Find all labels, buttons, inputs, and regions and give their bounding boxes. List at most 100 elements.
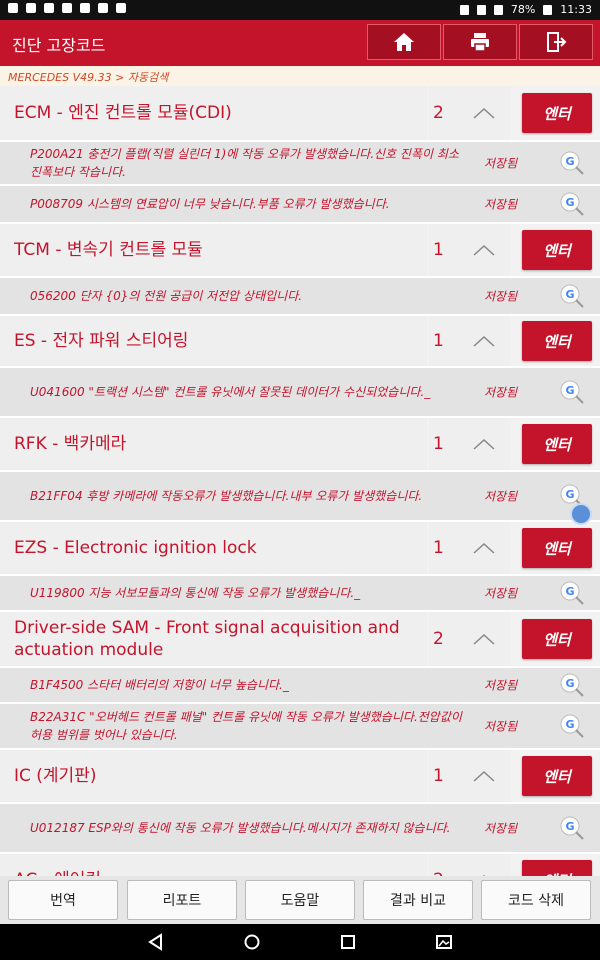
clock: 11:33 [560, 3, 592, 16]
fault-code-list[interactable]: ECM - 엔진 컨트롤 모듈(CDI) 2 엔터 P200A21 충전기 플랩… [0, 86, 600, 876]
module-row: RFK - 백카메라 1 엔터 [0, 418, 600, 470]
collapse-icon[interactable] [472, 106, 496, 120]
cloud-icon [26, 3, 36, 13]
google-search-icon[interactable]: G [558, 378, 586, 406]
svg-text:G: G [565, 155, 574, 168]
module-row: ECM - 엔진 컨트롤 모듈(CDI) 2 엔터 [0, 86, 600, 140]
svg-text:G: G [565, 820, 574, 833]
help-button[interactable]: 도움말 [245, 880, 355, 920]
fault-status: 저장됨 [484, 156, 518, 171]
fault-description: U041600 "트랙션 시스템" 컨트롤 유닛에서 잘못된 데이터가 수신되었… [30, 385, 431, 399]
system-navigation-bar [0, 924, 600, 960]
battery-icon [543, 4, 553, 15]
module-name: AC - 에어컨 [0, 854, 427, 876]
print-button[interactable] [443, 24, 517, 60]
module-name: RFK - 백카메라 [0, 418, 427, 470]
compare-results-button[interactable]: 결과 비교 [363, 880, 473, 920]
print-icon [471, 33, 489, 52]
fault-status: 저장됨 [484, 289, 518, 304]
collapse-icon[interactable] [472, 243, 496, 257]
page-title: 진단 고장코드 [12, 36, 106, 55]
translate-button[interactable]: 번역 [8, 880, 118, 920]
fault-row: U041600 "트랙션 시스템" 컨트롤 유닛에서 잘못된 데이터가 수신되었… [0, 368, 600, 416]
google-search-icon[interactable]: G [558, 671, 586, 699]
fault-row: P008709 시스템의 연료압이 너무 낮습니다.부품 오류가 발생했습니다.… [0, 186, 600, 222]
fault-row: B22A31C "오버헤드 컨트롤 패널" 컨트롤 유닛에 작동 오류가 발생했… [0, 704, 600, 748]
exit-icon [547, 32, 567, 52]
enter-button[interactable]: 엔터 [522, 93, 592, 133]
module-row: EZS - Electronic ignition lock 1 엔터 [0, 522, 600, 574]
fault-row: B1F4500 스타터 배터리의 저항이 너무 높습니다._ 저장됨 G [0, 668, 600, 702]
enter-button[interactable]: 엔터 [522, 619, 592, 659]
enter-button[interactable]: 엔터 [522, 424, 592, 464]
wifi-icon [476, 4, 486, 15]
fault-description: P008709 시스템의 연료압이 너무 낮습니다.부품 오류가 발생했습니다. [30, 197, 390, 211]
module-name: EZS - Electronic ignition lock [0, 522, 427, 574]
google-search-icon[interactable]: G [558, 712, 586, 740]
google-search-icon[interactable]: G [558, 814, 586, 842]
collapse-icon[interactable] [472, 632, 496, 646]
module-row: Driver-side SAM - Front signal acquisiti… [0, 612, 600, 666]
svg-text:G: G [565, 677, 574, 690]
collapse-icon[interactable] [472, 541, 496, 555]
module-row: AC - 에어컨 2 엔터 [0, 854, 600, 876]
notification-icons [8, 3, 126, 13]
back-icon[interactable] [146, 932, 166, 952]
svg-text:G: G [565, 196, 574, 209]
exit-button[interactable] [519, 24, 593, 60]
fault-description: P200A21 충전기 플랩(직렬 실린더 1)에 작동 오류가 발생했습니다.… [30, 147, 459, 179]
enter-button[interactable]: 엔터 [522, 528, 592, 568]
shield-icon [62, 3, 72, 13]
enter-button[interactable]: 엔터 [522, 321, 592, 361]
svg-text:G: G [565, 585, 574, 598]
collapse-icon[interactable] [472, 769, 496, 783]
enter-button[interactable]: 엔터 [522, 230, 592, 270]
module-row: TCM - 변속기 컨트롤 모듈 1 엔터 [0, 224, 600, 276]
google-search-icon[interactable]: G [558, 282, 586, 310]
fault-count: 1 [429, 522, 511, 574]
enter-button[interactable]: 엔터 [522, 860, 592, 876]
collapse-icon[interactable] [472, 437, 496, 451]
app-header: 진단 고장코드 [0, 20, 600, 66]
fault-description: B1F4500 스타터 배터리의 저항이 너무 높습니다._ [30, 678, 289, 692]
svg-text:G: G [565, 384, 574, 397]
breadcrumb: MERCEDES V49.33 > 자동검색 [0, 66, 600, 86]
google-search-icon[interactable]: G [558, 149, 586, 177]
image-icon [44, 3, 54, 13]
collapse-icon[interactable] [472, 334, 496, 348]
fault-count: 1 [429, 316, 511, 366]
fault-count: 2 [429, 854, 511, 876]
recents-icon[interactable] [338, 932, 358, 952]
enter-button[interactable]: 엔터 [522, 756, 592, 796]
warning-icon [80, 3, 90, 13]
clear-codes-button[interactable]: 코드 삭제 [481, 880, 591, 920]
fault-status: 저장됨 [484, 719, 518, 734]
module-name: TCM - 변속기 컨트롤 모듈 [0, 224, 427, 276]
fault-row: P200A21 충전기 플랩(직렬 실린더 1)에 작동 오류가 발생했습니다.… [0, 142, 600, 184]
bluetooth-icon [459, 4, 469, 15]
bottom-toolbar: 번역 리포트 도움말 결과 비교 코드 삭제 [0, 876, 600, 924]
module-name: ECM - 엔진 컨트롤 모듈(CDI) [0, 86, 427, 140]
google-search-icon[interactable]: G [558, 190, 586, 218]
module-name: Driver-side SAM - Front signal acquisiti… [0, 612, 427, 666]
module-name: ES - 전자 파워 스티어링 [0, 316, 427, 366]
report-button[interactable]: 리포트 [127, 880, 237, 920]
fault-status: 저장됨 [484, 385, 518, 400]
fault-count: 1 [429, 418, 511, 470]
fault-status: 저장됨 [484, 821, 518, 836]
svg-text:G: G [565, 718, 574, 731]
screenshot-icon[interactable] [434, 932, 454, 952]
home-nav-icon[interactable] [242, 932, 262, 952]
module-row: IC (계기판) 1 엔터 [0, 750, 600, 802]
wrench-icon [116, 3, 126, 13]
fault-description: U012187 ESP와의 통신에 작동 오류가 발생했습니다.메시지가 존재하… [30, 821, 451, 835]
battery-percent: 78% [510, 3, 536, 16]
settings-icon [98, 3, 108, 13]
floating-assistant-icon[interactable] [570, 503, 592, 525]
google-search-icon[interactable]: G [558, 579, 586, 607]
fault-row: U119800 지능 서보모듈과의 통신에 작동 오류가 발생했습니다._ 저장… [0, 576, 600, 610]
svg-text:G: G [565, 288, 574, 301]
home-button[interactable] [367, 24, 441, 60]
fault-count: 2 [429, 612, 511, 666]
fault-row: U012187 ESP와의 통신에 작동 오류가 발생했습니다.메시지가 존재하… [0, 804, 600, 852]
